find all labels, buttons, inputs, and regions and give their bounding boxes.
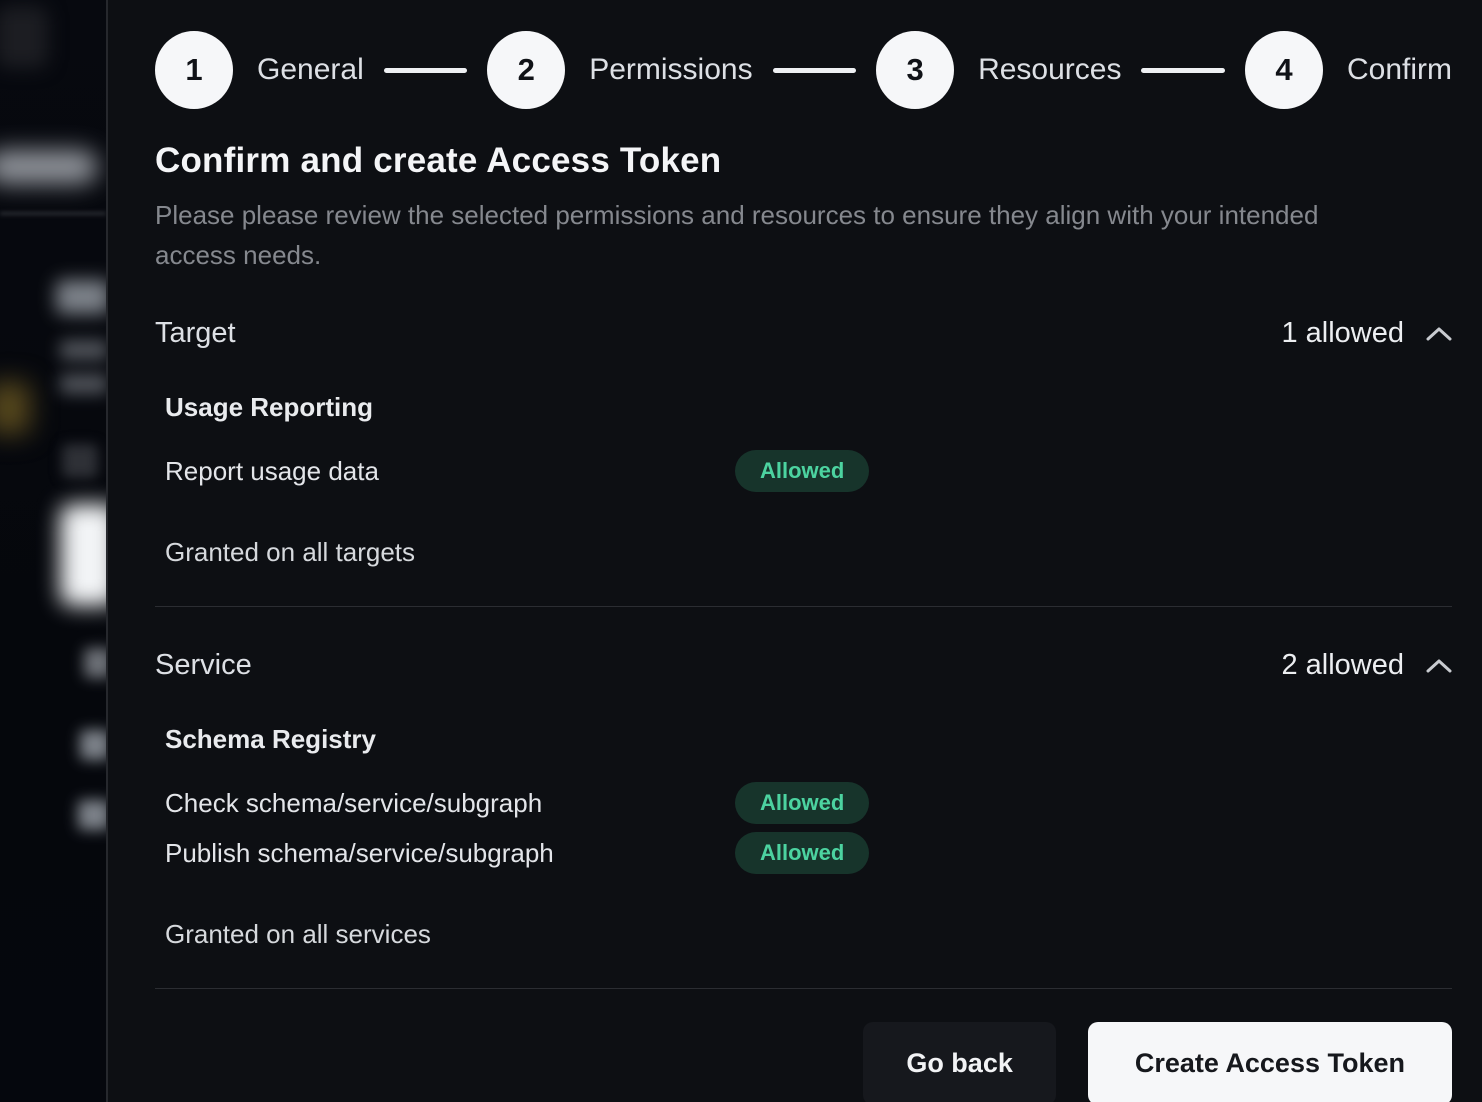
permission-group-name: Schema Registry	[165, 724, 1452, 755]
page-description: Please please review the selected permis…	[155, 195, 1395, 275]
permission-label: Check schema/service/subgraph	[165, 788, 735, 819]
step-connector-line	[773, 68, 856, 73]
status-badge: Allowed	[735, 450, 869, 492]
permission-row: Check schema/service/subgraph Allowed	[165, 781, 1452, 825]
status-badge: Allowed	[735, 782, 869, 824]
page-title: Confirm and create Access Token	[155, 141, 1452, 181]
modal-footer: Go back Create Access Token	[155, 1022, 1452, 1102]
step-number-badge: 1	[155, 31, 233, 109]
backdrop-text-blur	[84, 648, 106, 678]
section-title: Target	[155, 317, 236, 350]
status-badge: Allowed	[735, 832, 869, 874]
section-title: Service	[155, 649, 252, 682]
backdrop-text-blur	[78, 800, 106, 830]
backdrop-accent-blur	[0, 382, 30, 434]
backdrop-text-blur	[60, 340, 106, 360]
step-permissions[interactable]: 2 Permissions	[487, 31, 752, 109]
granted-note: Granted on all services	[165, 919, 1452, 950]
step-connector-line	[1141, 68, 1224, 73]
create-access-token-button[interactable]: Create Access Token	[1088, 1022, 1452, 1102]
step-connector-line	[384, 68, 467, 73]
step-confirm[interactable]: 4 Confirm	[1245, 31, 1452, 109]
backdrop-icon-blur	[62, 444, 98, 478]
chevron-up-icon	[1426, 326, 1452, 342]
step-resources[interactable]: 3 Resources	[876, 31, 1121, 109]
allowed-count: 1 allowed	[1281, 317, 1404, 350]
permission-row: Publish schema/service/subgraph Allowed	[165, 831, 1452, 875]
backdrop-logo-blur	[0, 6, 48, 68]
chevron-up-icon	[1426, 658, 1452, 674]
permission-label: Report usage data	[165, 456, 735, 487]
backdrop-text-blur	[60, 374, 106, 394]
backdrop-text-blur	[80, 730, 106, 760]
step-label: General	[257, 53, 364, 87]
step-label: Resources	[978, 53, 1121, 87]
backdrop-divider-blur	[0, 212, 106, 215]
section-header-target: Target 1 allowed	[155, 317, 1452, 350]
allowed-count: 2 allowed	[1281, 649, 1404, 682]
go-back-button[interactable]: Go back	[863, 1022, 1056, 1102]
step-label: Confirm	[1347, 53, 1452, 87]
permission-label: Publish schema/service/subgraph	[165, 838, 735, 869]
section-divider	[155, 988, 1452, 989]
permission-group-schema-registry: Schema Registry Check schema/service/sub…	[165, 724, 1452, 875]
section-header-service: Service 2 allowed	[155, 649, 1452, 682]
section-collapse-toggle[interactable]: 1 allowed	[1281, 317, 1452, 350]
step-number-badge: 2	[487, 31, 565, 109]
step-number-badge: 4	[1245, 31, 1323, 109]
create-access-token-modal: 1 General 2 Permissions 3 Resources 4 Co…	[106, 0, 1482, 1102]
backdrop-nav-item-blur	[0, 150, 98, 184]
permission-group-name: Usage Reporting	[165, 392, 1452, 423]
step-general[interactable]: 1 General	[155, 31, 364, 109]
permission-row: Report usage data Allowed	[165, 449, 1452, 493]
permission-group-usage-reporting: Usage Reporting Report usage data Allowe…	[165, 392, 1452, 493]
backdrop-heading-blur	[56, 280, 106, 314]
backdrop-card-blur	[60, 504, 106, 606]
step-label: Permissions	[589, 53, 752, 87]
granted-note: Granted on all targets	[165, 537, 1452, 568]
backdrop-app	[0, 0, 106, 1102]
section-collapse-toggle[interactable]: 2 allowed	[1281, 649, 1452, 682]
wizard-stepper: 1 General 2 Permissions 3 Resources 4 Co…	[155, 31, 1452, 109]
section-divider	[155, 606, 1452, 607]
step-number-badge: 3	[876, 31, 954, 109]
